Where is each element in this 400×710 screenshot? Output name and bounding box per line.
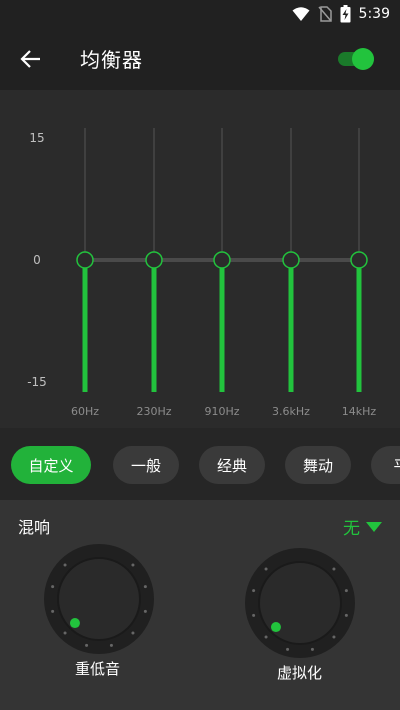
equalizer-panel: 15 0 -15 60Hz 230Hz 910Hz 3.6kHz 14kHz — [0, 90, 400, 428]
preset-chip[interactable]: 平 — [371, 446, 400, 484]
y-mid-label: 0 — [33, 253, 41, 267]
knob-label: 虚拟化 — [277, 664, 323, 682]
app-bar: 均衡器 — [0, 28, 400, 90]
eq-band-handle[interactable] — [76, 251, 94, 269]
toggle-knob — [352, 48, 374, 70]
eq-band-handle[interactable] — [350, 251, 368, 269]
reverb-panel: 混响 无 重低音 虚拟化 — [0, 500, 400, 710]
eq-band-handle[interactable] — [145, 251, 163, 269]
back-arrow-icon[interactable] — [18, 46, 44, 72]
equalizer-enable-toggle[interactable] — [338, 47, 376, 71]
reverb-selected-value: 无 — [343, 519, 360, 539]
preset-chips: 自定义一般经典舞动平 — [0, 428, 400, 500]
rotary-knob-icon — [44, 544, 154, 654]
eq-band-label: 14kHz — [342, 405, 377, 418]
eq-band-handle[interactable] — [282, 251, 300, 269]
preset-chip[interactable]: 一般 — [113, 446, 179, 484]
equalizer-sliders: 15 0 -15 60Hz 230Hz 910Hz 3.6kHz 14kHz — [27, 128, 377, 418]
virtualizer-knob[interactable] — [244, 547, 356, 659]
status-bar: 5:39 — [0, 0, 400, 28]
wifi-icon — [292, 7, 310, 21]
preset-chip[interactable]: 舞动 — [285, 446, 351, 484]
eq-band-label: 3.6kHz — [272, 405, 310, 418]
battery-charging-icon — [340, 5, 351, 23]
y-min-label: -15 — [27, 375, 47, 389]
reverb-title: 混响 — [18, 518, 51, 537]
rotary-knob-icon — [245, 548, 355, 658]
bass-boost-knob[interactable] — [43, 543, 155, 655]
eq-band-label: 60Hz — [71, 405, 99, 418]
preset-chip[interactable]: 自定义 — [11, 446, 91, 484]
page-title: 均衡器 — [80, 48, 143, 72]
eq-band-label: 910Hz — [204, 405, 239, 418]
reverb-dropdown[interactable]: 无 — [343, 514, 382, 539]
eq-band-handle[interactable] — [213, 251, 231, 269]
no-sim-icon — [317, 6, 332, 22]
y-max-label: 15 — [29, 131, 44, 145]
dropdown-triangle-icon — [366, 521, 382, 532]
knob-label: 重低音 — [75, 660, 121, 678]
preset-chip[interactable]: 经典 — [199, 446, 265, 484]
eq-band-label: 230Hz — [136, 405, 171, 418]
status-time: 5:39 — [358, 6, 390, 22]
